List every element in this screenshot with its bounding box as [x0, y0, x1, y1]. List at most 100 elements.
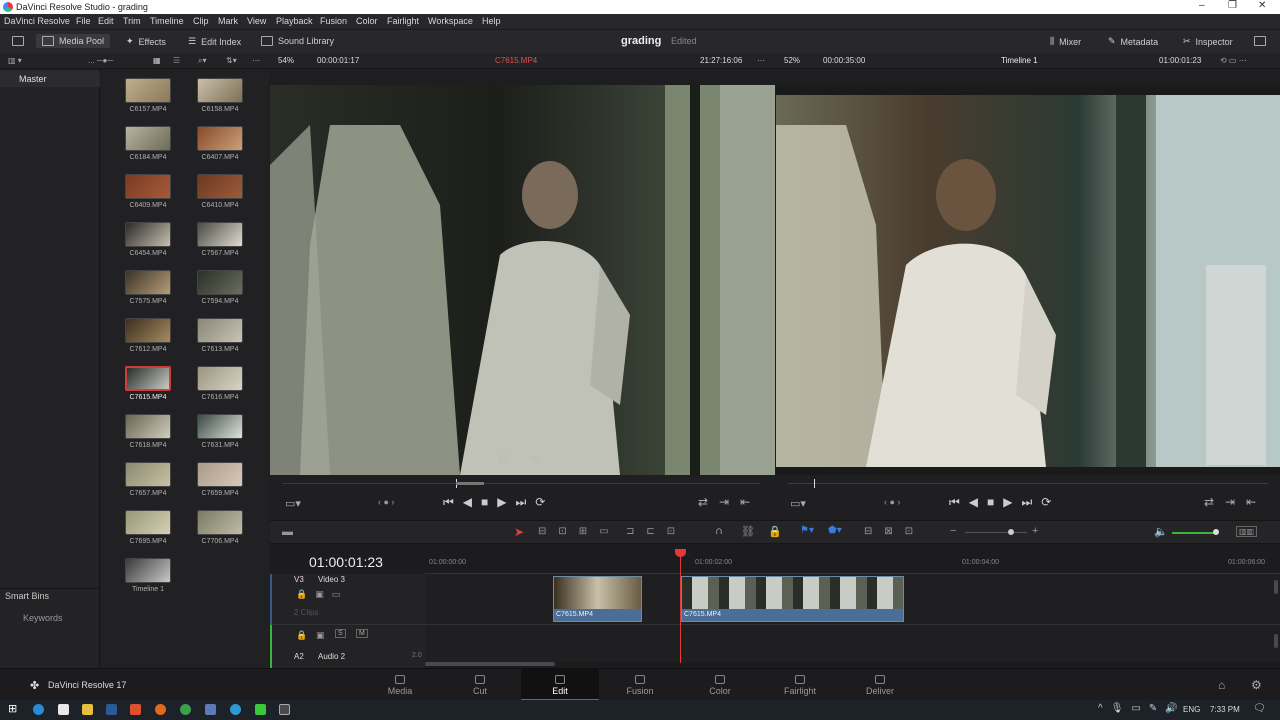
- snapping-icon[interactable]: ∩: [715, 525, 723, 537]
- sort-icon[interactable]: ⇅▾: [226, 56, 237, 65]
- edit-index-button[interactable]: ☰ Edit Index: [188, 36, 241, 47]
- menu-file[interactable]: File: [76, 16, 91, 26]
- timeline-scrubber[interactable]: [788, 483, 1268, 484]
- viewer-overlay-icon[interactable]: ▭▾: [790, 497, 806, 510]
- safe-area-icon[interactable]: ▤: [498, 452, 508, 465]
- edit-tools-icons[interactable]: ⊐⊏⊡: [626, 526, 687, 537]
- match-frame-icons[interactable]: ⇄⇥⇤: [698, 495, 761, 509]
- media-pool-clip[interactable]: C6158.MP4: [187, 78, 253, 113]
- firefox-icon[interactable]: [155, 704, 166, 715]
- track-controls-icons[interactable]: 🔒▣▭: [296, 589, 348, 600]
- media-pool-clip[interactable]: C7657.MP4: [115, 462, 181, 497]
- settings-gear-icon[interactable]: ⚙: [1251, 678, 1262, 692]
- metadata-button[interactable]: ✎ Metadata: [1108, 36, 1158, 47]
- track-lane-a2[interactable]: [425, 624, 1280, 662]
- media-pool-clip[interactable]: C7631.MP4: [187, 414, 253, 449]
- timeline-select[interactable]: Timeline 1: [1001, 56, 1038, 65]
- page-tab-fairlight[interactable]: Fairlight: [761, 669, 839, 701]
- media-pool-clip[interactable]: C7594.MP4: [187, 270, 253, 305]
- brave-browser-icon[interactable]: [130, 704, 141, 715]
- file-explorer-icon[interactable]: [82, 704, 93, 715]
- source-viewer[interactable]: ▤ ♒: [270, 85, 775, 475]
- audio-meter-icon[interactable]: ▥▥: [1236, 526, 1258, 537]
- transport-buttons[interactable]: ⏮◀■▶⏭⟳: [949, 495, 1060, 510]
- menu-mark[interactable]: Mark: [218, 16, 238, 26]
- track-name[interactable]: Audio 2: [318, 652, 345, 661]
- menu-playback[interactable]: Playback: [276, 16, 313, 26]
- sound-library-button[interactable]: Sound Library: [261, 36, 334, 46]
- zoom-slider-handle[interactable]: [1008, 529, 1014, 535]
- marker-icon[interactable]: ⬟▾: [828, 525, 842, 536]
- media-pool-clip[interactable]: C7706.MP4: [187, 510, 253, 545]
- page-tab-fusion[interactable]: Fusion: [601, 669, 679, 701]
- match-frame-icons[interactable]: ⇄⇥⇤: [1204, 495, 1267, 509]
- notification-icon[interactable]: 🗨: [1253, 703, 1266, 714]
- sync-icon[interactable]: ⟲ ▭ ⋯: [1220, 56, 1247, 65]
- workspace-layout-icon[interactable]: [12, 36, 24, 46]
- system-tray-icons[interactable]: ^🎙▭✎🔊: [1098, 703, 1186, 714]
- timeline-view-options-icon[interactable]: ▬: [282, 526, 293, 538]
- media-pool-clip[interactable]: C7613.MP4: [187, 318, 253, 353]
- timeline-viewer[interactable]: [776, 85, 1280, 475]
- video-vertical-scrollbar[interactable]: [1274, 580, 1278, 594]
- page-tab-edit[interactable]: Edit: [521, 669, 599, 701]
- menu-edit[interactable]: Edit: [98, 16, 114, 26]
- timeline-viewer-playhead[interactable]: [814, 479, 815, 488]
- minimize-button[interactable]: –: [1199, 0, 1205, 11]
- media-pool-clip[interactable]: C7618.MP4: [115, 414, 181, 449]
- trim-tools-icons[interactable]: ⊟⊡⊞▭: [538, 526, 621, 537]
- media-pool-clip[interactable]: C6410.MP4: [187, 174, 253, 209]
- lock-icon[interactable]: 🔒: [768, 525, 782, 538]
- app-icon[interactable]: [205, 704, 216, 715]
- resolve-taskbar-icon[interactable]: [279, 704, 290, 715]
- bin-master-row[interactable]: Master: [0, 71, 100, 87]
- jog-control-icon[interactable]: ‹ ● ›: [884, 497, 900, 507]
- volume-icon[interactable]: 🔈: [1154, 525, 1168, 538]
- word-icon[interactable]: [106, 704, 117, 715]
- media-pool-clip[interactable]: C6157.MP4: [115, 78, 181, 113]
- menu-help[interactable]: Help: [482, 16, 501, 26]
- menu-color[interactable]: Color: [356, 16, 378, 26]
- media-pool-clip[interactable]: Timeline 1: [115, 558, 181, 593]
- media-pool-clip[interactable]: C7567.MP4: [187, 222, 253, 257]
- edge-browser-icon[interactable]: [33, 704, 44, 715]
- list-view-icon[interactable]: ☰: [173, 56, 180, 65]
- volume-slider-handle[interactable]: [1213, 529, 1219, 535]
- track-lock-icon[interactable]: 🔒: [296, 630, 307, 641]
- thumbnail-view-icon[interactable]: ▦: [153, 56, 161, 65]
- track-monitor-icon[interactable]: ▣: [316, 630, 325, 641]
- clock[interactable]: 7:33 PM: [1210, 705, 1240, 714]
- effects-button[interactable]: ✦ Effects: [126, 36, 166, 47]
- media-pool-clip[interactable]: C6407.MP4: [187, 126, 253, 161]
- timeline-clip[interactable]: C7615.MP4: [681, 576, 904, 622]
- source-scrubber[interactable]: [282, 483, 760, 484]
- media-pool-clip[interactable]: C7659.MP4: [187, 462, 253, 497]
- media-pool-clip[interactable]: C7615.MP4: [115, 366, 181, 401]
- media-pool-button[interactable]: Media Pool: [36, 34, 111, 48]
- media-pool-clip[interactable]: C7616.MP4: [187, 366, 253, 401]
- volume-slider[interactable]: [1172, 532, 1217, 534]
- solo-button[interactable]: S: [335, 629, 346, 638]
- timeline-ruler[interactable]: 01:00:00:00 01:00:02:00 01:00:04:00 01:0…: [425, 544, 1280, 574]
- media-pool-clip[interactable]: C6184.MP4: [115, 126, 181, 161]
- page-tab-media[interactable]: Media: [361, 669, 439, 701]
- home-icon[interactable]: ⌂: [1218, 678, 1225, 692]
- close-button[interactable]: ✕: [1258, 0, 1266, 11]
- selection-tool-icon[interactable]: ➤: [514, 525, 524, 539]
- slider-icon[interactable]: ... ─●─: [88, 56, 113, 65]
- zoom-slider[interactable]: [965, 532, 1027, 533]
- input-language[interactable]: ENG: [1183, 705, 1200, 714]
- audio-vertical-scrollbar[interactable]: [1274, 634, 1278, 648]
- telegram-icon[interactable]: [230, 704, 241, 715]
- zoom-in-icon[interactable]: +: [1032, 525, 1038, 537]
- inspector-button[interactable]: ✂ Inspector: [1183, 36, 1233, 47]
- menu-timeline[interactable]: Timeline: [150, 16, 184, 26]
- menu-fairlight[interactable]: Fairlight: [387, 16, 419, 26]
- fullscreen-icon[interactable]: [1254, 36, 1266, 46]
- timeline-horizontal-scrollbar[interactable]: [425, 662, 555, 666]
- media-pool-clip[interactable]: C6409.MP4: [115, 174, 181, 209]
- source-zoom-select[interactable]: 54%: [278, 56, 294, 65]
- track-name[interactable]: Video 3: [318, 575, 345, 584]
- source-clip-select[interactable]: C7615.MP4: [495, 56, 537, 65]
- flag-icon[interactable]: ⚑▾: [800, 525, 814, 536]
